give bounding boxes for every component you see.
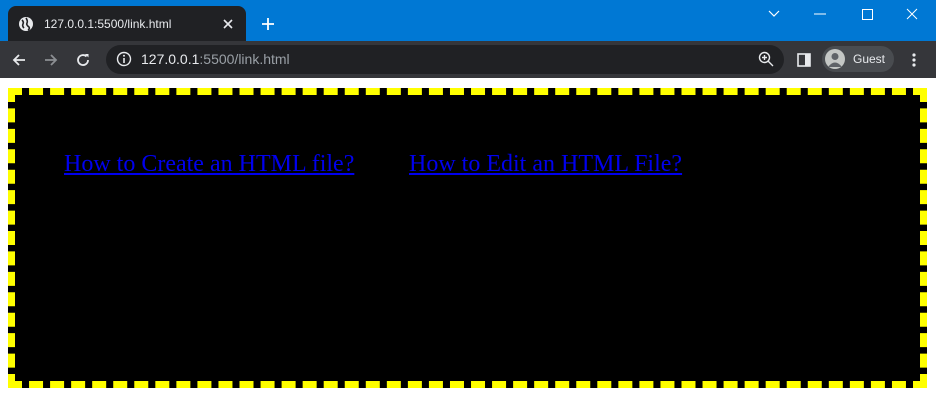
close-window-icon[interactable] — [902, 4, 922, 24]
url-host: 127.0.0.1 — [141, 51, 200, 67]
link-create-html-file[interactable]: How to Create an HTML file? — [64, 151, 354, 178]
url-path: :5500/link.html — [199, 51, 290, 67]
browser-tab[interactable]: 127.0.0.1:5500/link.html — [8, 6, 246, 41]
side-panel-icon[interactable] — [794, 50, 814, 70]
more-menu-icon[interactable] — [904, 50, 924, 70]
link-container: How to Create an HTML file? How to Edit … — [8, 88, 927, 388]
title-bar: 127.0.0.1:5500/link.html — [0, 0, 936, 41]
globe-icon — [18, 16, 34, 32]
profile-button[interactable]: Guest — [822, 46, 894, 72]
tab-search-chevron-icon[interactable] — [764, 4, 784, 24]
tab-title: 127.0.0.1:5500/link.html — [44, 16, 172, 31]
page-viewport: How to Create an HTML file? How to Edit … — [0, 78, 936, 401]
minimize-icon[interactable] — [810, 4, 830, 24]
maximize-icon[interactable] — [857, 4, 877, 24]
back-arrow-icon[interactable] — [9, 50, 29, 70]
address-bar[interactable]: 127.0.0.1:5500/link.html — [106, 45, 784, 74]
profile-label: Guest — [853, 52, 886, 66]
close-tab-icon[interactable] — [220, 16, 236, 32]
site-info-icon[interactable] — [116, 51, 132, 67]
browser-toolbar: 127.0.0.1:5500/link.html Guest — [0, 41, 936, 78]
new-tab-button[interactable] — [258, 14, 278, 34]
zoom-icon[interactable] — [758, 51, 774, 67]
url-text[interactable]: 127.0.0.1:5500/link.html — [141, 51, 290, 68]
link-edit-html-file[interactable]: How to Edit an HTML File? — [409, 151, 682, 178]
guest-avatar-icon — [825, 49, 845, 69]
forward-arrow-icon[interactable] — [41, 50, 61, 70]
reload-icon[interactable] — [73, 50, 93, 70]
